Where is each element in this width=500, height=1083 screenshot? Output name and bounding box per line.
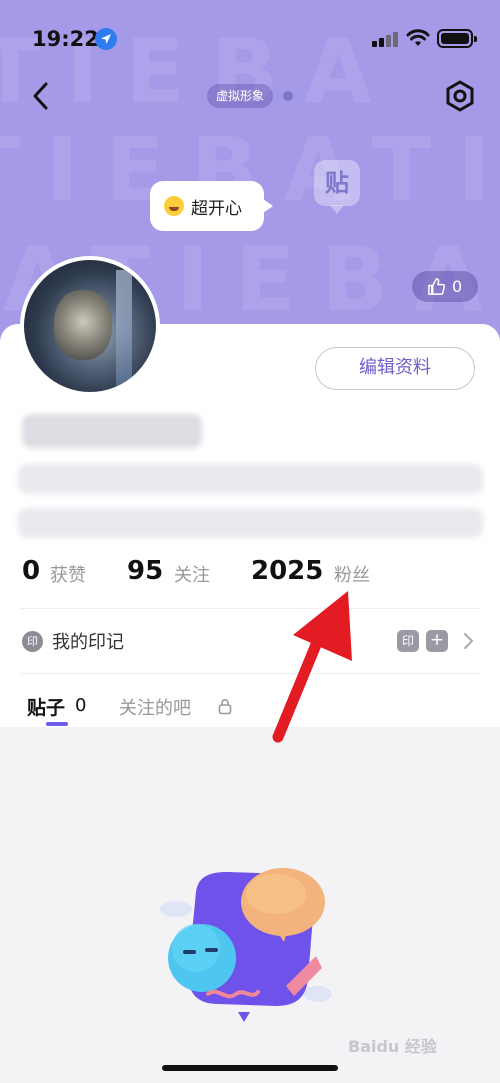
wifi-icon — [406, 29, 430, 46]
tab-posts-label: 贴子 — [27, 697, 66, 719]
like-count: 0 — [452, 277, 463, 296]
annotation-arrow — [272, 591, 352, 743]
mark-badge-seal: 印 — [397, 630, 419, 652]
mood-status-bubble[interactable]: 超开心 — [150, 181, 273, 231]
divider — [20, 608, 480, 609]
edit-profile-button[interactable]: 编辑资料 — [315, 347, 475, 390]
stat-value: 0 — [22, 556, 41, 586]
active-tab-indicator — [46, 722, 68, 726]
tab-posts-count: 0 — [75, 695, 87, 716]
back-arrow-icon[interactable] — [26, 78, 60, 114]
smile-emoji-icon — [164, 196, 184, 216]
empty-state-illustration — [160, 868, 332, 1022]
virtual-avatar-chip[interactable]: 虚拟形象 — [207, 84, 274, 108]
location-arrow-icon — [95, 28, 117, 50]
lock-icon — [218, 699, 232, 715]
home-indicator — [162, 1065, 338, 1071]
username-blurred — [22, 414, 202, 448]
stat-label: 关注 — [174, 565, 210, 586]
bio-line-blurred — [18, 508, 483, 538]
mood-text: 超开心 — [191, 198, 242, 219]
tieba-logo-icon: 贴 — [314, 160, 360, 214]
user-avatar[interactable] — [20, 256, 160, 396]
stat-label: 获赞 — [50, 565, 86, 586]
bio-line-blurred — [18, 464, 483, 494]
chevron-right-icon — [464, 633, 474, 649]
status-bar-time: 19:22 — [32, 27, 99, 51]
battery-icon — [437, 29, 477, 48]
settings-hexagon-icon[interactable] — [442, 78, 478, 114]
my-marks-label: 我的印记 — [52, 632, 124, 653]
cellular-signal-icon — [372, 31, 400, 47]
chip-indicator-dot — [283, 91, 293, 101]
divider — [20, 673, 480, 674]
stat-label: 粉丝 — [334, 565, 370, 586]
mark-badge-add: + — [426, 630, 448, 652]
thumbs-up-icon — [428, 278, 446, 295]
baidu-jingyan-watermark: Baidu 经验 — [348, 1037, 437, 1056]
tab-followed-bars-label: 关注的吧 — [119, 698, 191, 719]
like-count-button[interactable]: 0 — [412, 271, 478, 302]
stat-value: 95 — [127, 556, 164, 586]
stat-value: 2025 — [251, 556, 324, 586]
mark-seal-icon: 印 — [22, 631, 43, 652]
